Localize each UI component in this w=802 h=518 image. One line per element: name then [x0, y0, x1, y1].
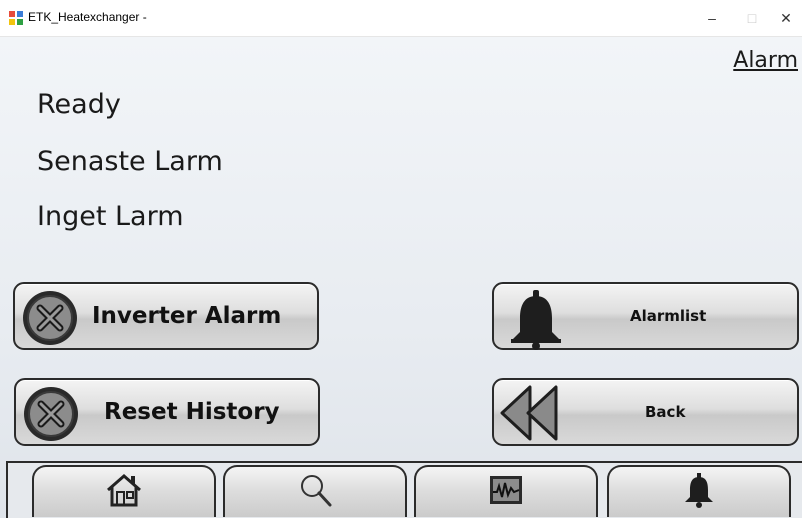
reset-history-button[interactable]: Reset History: [14, 378, 320, 446]
rewind-icon: [500, 385, 558, 441]
inverter-alarm-button[interactable]: Inverter Alarm: [13, 282, 319, 350]
close-button[interactable]: ✕: [766, 0, 802, 36]
status-text: Ready: [37, 89, 121, 120]
nav-alarm-button[interactable]: [607, 465, 791, 517]
home-icon: [107, 474, 141, 507]
nav-home-button[interactable]: [32, 465, 216, 517]
app-icon: [9, 11, 23, 25]
bottom-nav: [6, 461, 802, 518]
minimize-button[interactable]: –: [692, 0, 732, 36]
last-alarm-label: Senaste Larm: [37, 146, 223, 177]
reset-history-label: Reset History: [104, 399, 280, 425]
x-circle-icon: [24, 387, 78, 441]
last-alarm-value: Inget Larm: [37, 201, 184, 232]
alarmlist-button[interactable]: Alarmlist: [492, 282, 799, 350]
nav-search-button[interactable]: [223, 465, 407, 517]
main-panel: Alarm Ready Senaste Larm Inget Larm Inve…: [0, 37, 802, 518]
bell-icon: [511, 290, 561, 350]
back-button[interactable]: Back: [492, 378, 799, 446]
x-circle-icon: [23, 291, 77, 345]
alarm-link[interactable]: Alarm: [733, 48, 798, 73]
window-titlebar: ETK_Heatexchanger - – □ ✕: [0, 0, 802, 37]
inverter-alarm-label: Inverter Alarm: [92, 303, 282, 329]
trend-monitor-icon: [490, 476, 522, 504]
bell-icon: [685, 473, 713, 508]
window-title: ETK_Heatexchanger -: [28, 10, 147, 24]
search-icon: [301, 475, 332, 507]
alarmlist-label: Alarmlist: [630, 307, 707, 325]
back-label: Back: [645, 403, 686, 421]
nav-trend-button[interactable]: [414, 465, 598, 517]
